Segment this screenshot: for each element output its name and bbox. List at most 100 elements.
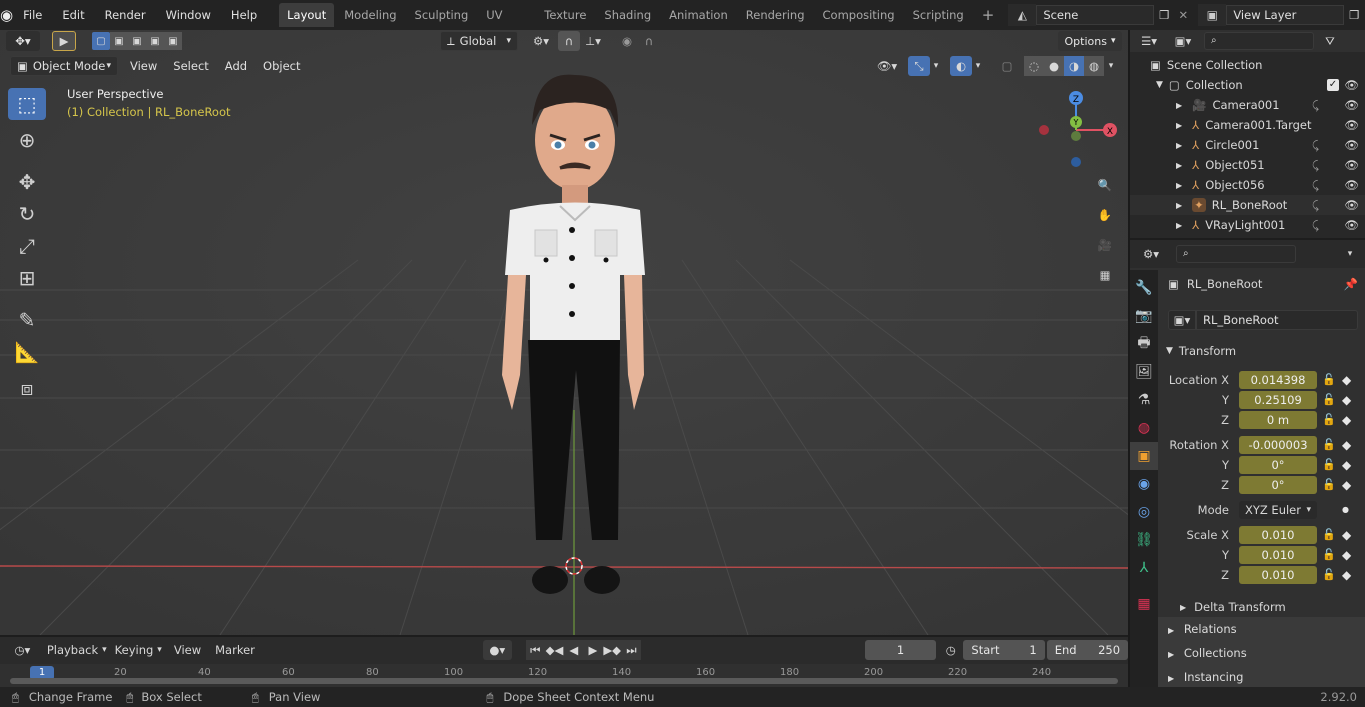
lock-icon[interactable]: 🔓 — [1322, 568, 1336, 582]
tab-compositing[interactable]: Compositing — [815, 3, 903, 27]
expand-arrow-icon[interactable]: ▼ — [1166, 346, 1173, 356]
play-icon[interactable]: ▶ — [583, 640, 603, 660]
start-frame-field[interactable]: Start 1 — [963, 640, 1045, 660]
gizmo-toggle-icon[interactable]: ⤡ — [908, 56, 930, 76]
overlays-dropdown-icon[interactable]: ▾ — [972, 56, 984, 76]
lock-icon[interactable]: 🔓 — [1322, 413, 1336, 427]
scene-field[interactable]: Scene — [1036, 5, 1155, 25]
playback-menu[interactable]: Playback ▾ — [47, 643, 107, 657]
view-layer-icon[interactable]: ▣ — [1198, 4, 1227, 26]
keyframe-icon[interactable]: ◆ — [1342, 374, 1352, 386]
cursor-tool-icon[interactable]: ⊕ — [8, 124, 46, 156]
select-box-new-icon[interactable]: ▢ — [92, 32, 110, 50]
keyframe-icon[interactable]: ◆ — [1342, 394, 1352, 406]
visibility-icon[interactable]: 👁▾ — [872, 56, 902, 76]
3d-cursor-icon[interactable] — [564, 556, 584, 576]
timeline-editor-icon[interactable]: ◷▾ — [8, 640, 37, 660]
lock-icon[interactable]: 🔓 — [1322, 373, 1336, 387]
eye-icon[interactable]: 👁 — [1344, 178, 1359, 192]
jump-end-icon[interactable]: ⏭ — [621, 640, 642, 660]
keyframe-icon[interactable]: ◆ — [1342, 414, 1352, 426]
eye-icon[interactable]: 👁 — [1344, 118, 1359, 132]
output-tab-icon[interactable]: 🖶 — [1130, 330, 1158, 358]
datablock-icon[interactable]: ▣▾ — [1168, 310, 1196, 330]
ortho-grid-icon[interactable]: ▦ — [1092, 262, 1118, 288]
keyframe-icon[interactable]: ◆ — [1342, 569, 1352, 581]
timeline-marker-menu[interactable]: Marker — [215, 643, 255, 657]
navigation-gizmo[interactable]: Z X Y — [1030, 88, 1120, 168]
viewport-menu-select[interactable]: Select — [165, 55, 216, 77]
scale-y-field[interactable]: 0.010 — [1239, 546, 1317, 564]
transform-orientation-dropdown[interactable]: ⟂ Global ▾ — [440, 31, 518, 51]
lock-icon[interactable]: 🔓 — [1322, 438, 1336, 452]
xray-toggle-icon[interactable]: ▢ — [996, 56, 1018, 76]
jump-keyframe-back-icon[interactable]: ◆◀ — [544, 640, 565, 660]
eye-icon[interactable]: 👁 — [1344, 198, 1359, 212]
outliner-item-active[interactable]: ▶ ✦ RL_BoneRoot ⤹ 👁 — [1130, 195, 1365, 215]
collection-row[interactable]: ▼ ▢ Collection ✓ 👁 — [1130, 75, 1365, 95]
display-mode-icon[interactable]: ▣▾ — [1168, 31, 1198, 51]
checkbox-icon[interactable]: ✓ — [1327, 79, 1339, 91]
view-layer-field[interactable]: View Layer — [1226, 5, 1345, 25]
menu-file[interactable]: File — [13, 0, 52, 30]
outliner-item[interactable]: ▶ ⅄ Object051 ⤹ 👁 — [1130, 155, 1365, 175]
end-frame-field[interactable]: End 250 — [1046, 640, 1129, 660]
timeline-scrollbar[interactable] — [10, 678, 1118, 684]
eye-icon[interactable]: 👁 — [1344, 218, 1359, 232]
preview-range-icon[interactable]: ◷ — [942, 640, 959, 660]
properties-editor-icon[interactable]: ⚙▾ — [1136, 244, 1166, 264]
tab-sculpting[interactable]: Sculpting — [407, 3, 477, 27]
outliner-item[interactable]: ▶ ⅄ Object056 ⤹ 👁 — [1130, 175, 1365, 195]
scale-tool-icon[interactable]: ⤢ — [8, 230, 46, 262]
lock-icon[interactable]: 🔓 — [1322, 528, 1336, 542]
outliner-item[interactable]: ▶ ⅄ Circle001 ⤹ 👁 — [1130, 135, 1365, 155]
keyframe-icon[interactable]: ◆ — [1342, 479, 1352, 491]
tab-texture-paint[interactable]: Texture Paint — [536, 3, 594, 46]
overlays-toggle-icon[interactable]: ◐ — [950, 56, 972, 76]
transform-tool-icon[interactable]: ⊞ — [8, 262, 46, 294]
viewport-menu-view[interactable]: View — [122, 55, 165, 77]
character-model[interactable] — [480, 70, 670, 600]
editor-type-icon[interactable]: ✥▾ — [6, 31, 40, 51]
frame-ruler[interactable]: 1 20 40 60 80 100 120 140 160 180 200 22… — [0, 664, 1128, 687]
options-dropdown[interactable]: Options ▾ — [1058, 31, 1122, 51]
eye-icon[interactable]: 👁 — [1344, 98, 1359, 112]
proportional-falloff-icon[interactable]: ∩ — [638, 31, 660, 51]
object-name-field[interactable]: RL_BoneRoot — [1196, 310, 1358, 330]
lock-icon[interactable]: 🔓 — [1322, 478, 1336, 492]
menu-edit[interactable]: Edit — [52, 0, 94, 30]
tab-animation[interactable]: Animation — [661, 3, 736, 27]
menu-render[interactable]: Render — [95, 0, 156, 30]
lock-icon[interactable]: 🔓 — [1322, 458, 1336, 472]
solid-shading-icon[interactable]: ● — [1044, 56, 1064, 76]
tab-layout[interactable]: Layout — [279, 3, 335, 27]
current-frame-field[interactable]: 1 — [865, 640, 937, 660]
filter-icon[interactable]: ⛛ — [1320, 31, 1340, 51]
keyframe-icon[interactable]: ◆ — [1342, 459, 1352, 471]
jump-start-icon[interactable]: ⏮ — [525, 640, 545, 660]
pan-hand-icon[interactable]: ✋ — [1092, 202, 1118, 228]
annotate-tool-icon[interactable]: ✎ — [8, 304, 46, 336]
camera-view-icon[interactable]: 🎥 — [1092, 232, 1118, 258]
rendered-shading-icon[interactable]: ◍ — [1084, 56, 1104, 76]
collections-panel-header[interactable]: ▶ Collections — [1158, 641, 1365, 665]
tab-scripting[interactable]: Scripting — [905, 3, 972, 27]
render-tab-icon[interactable]: 📷 — [1130, 302, 1158, 330]
pin-icon[interactable]: 📌 — [1344, 277, 1358, 291]
location-x-field[interactable]: 0.014398 — [1239, 371, 1317, 389]
outliner-item[interactable]: ▶ 🎥 Camera001 ⤹ 👁 — [1130, 95, 1365, 115]
jump-keyframe-forward-icon[interactable]: ▶◆ — [602, 640, 622, 660]
properties-options-icon[interactable]: ▾ — [1341, 244, 1359, 264]
scene-collection-row[interactable]: ▣ Scene Collection — [1130, 55, 1365, 75]
eye-icon[interactable]: 👁 — [1344, 78, 1359, 92]
select-mode-icon[interactable]: ▶ — [52, 31, 76, 51]
scene-icon[interactable]: ◭ — [1008, 4, 1037, 26]
measure-tool-icon[interactable]: 📐 — [8, 336, 46, 368]
select-box-extend-icon[interactable]: ▣ — [110, 32, 128, 50]
timeline-view-menu[interactable]: View — [174, 643, 201, 657]
pivot-point-icon[interactable]: ⚙▾ — [526, 31, 556, 51]
tab-rendering[interactable]: Rendering — [738, 3, 813, 27]
select-box-subtract-icon[interactable]: ▣ — [128, 32, 146, 50]
keying-menu[interactable]: Keying ▾ — [115, 643, 162, 657]
transform-panel-title[interactable]: Transform — [1179, 344, 1236, 358]
